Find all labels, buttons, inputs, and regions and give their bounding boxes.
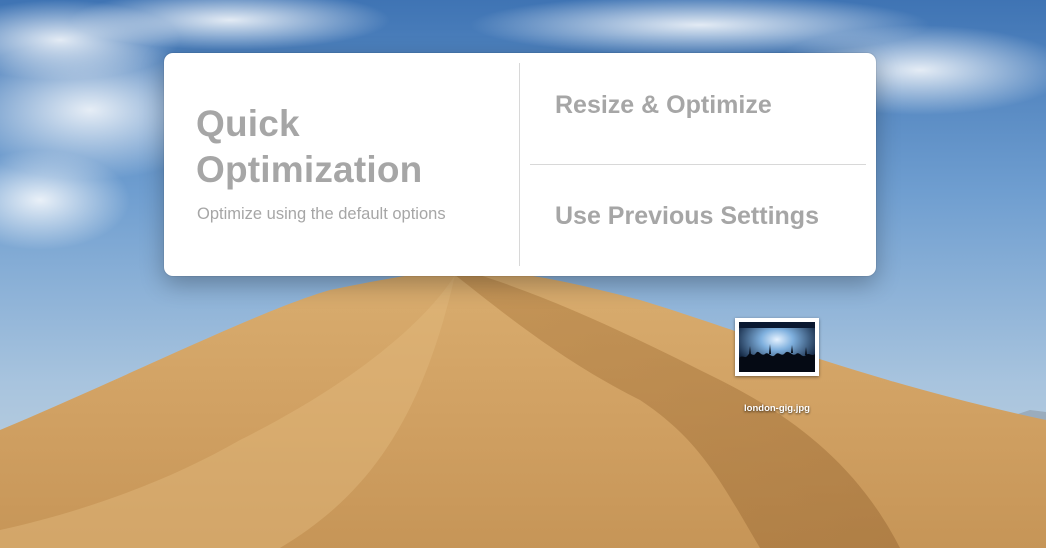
resize-and-optimize-label: Resize & Optimize xyxy=(555,91,772,119)
quick-optimization-title: Quick Optimization xyxy=(196,103,423,190)
quick-optimization-subtitle: Optimize using the default options xyxy=(197,205,446,223)
desktop: Quick Optimization Optimize using the de… xyxy=(0,0,1046,548)
file-name-label: london-gig.jpg xyxy=(744,403,810,414)
optimization-options-panel: Quick Optimization Optimize using the de… xyxy=(164,53,876,276)
use-previous-settings-option[interactable]: Use Previous Settings xyxy=(530,165,866,276)
resize-and-optimize-option[interactable]: Resize & Optimize xyxy=(530,53,866,163)
use-previous-settings-label: Use Previous Settings xyxy=(555,202,819,230)
quick-optimization-option[interactable]: Quick Optimization Optimize using the de… xyxy=(164,53,519,276)
image-file-icon xyxy=(735,318,819,376)
vertical-divider xyxy=(519,63,520,266)
desktop-file-london-gig[interactable]: london-gig.jpg xyxy=(735,318,819,430)
